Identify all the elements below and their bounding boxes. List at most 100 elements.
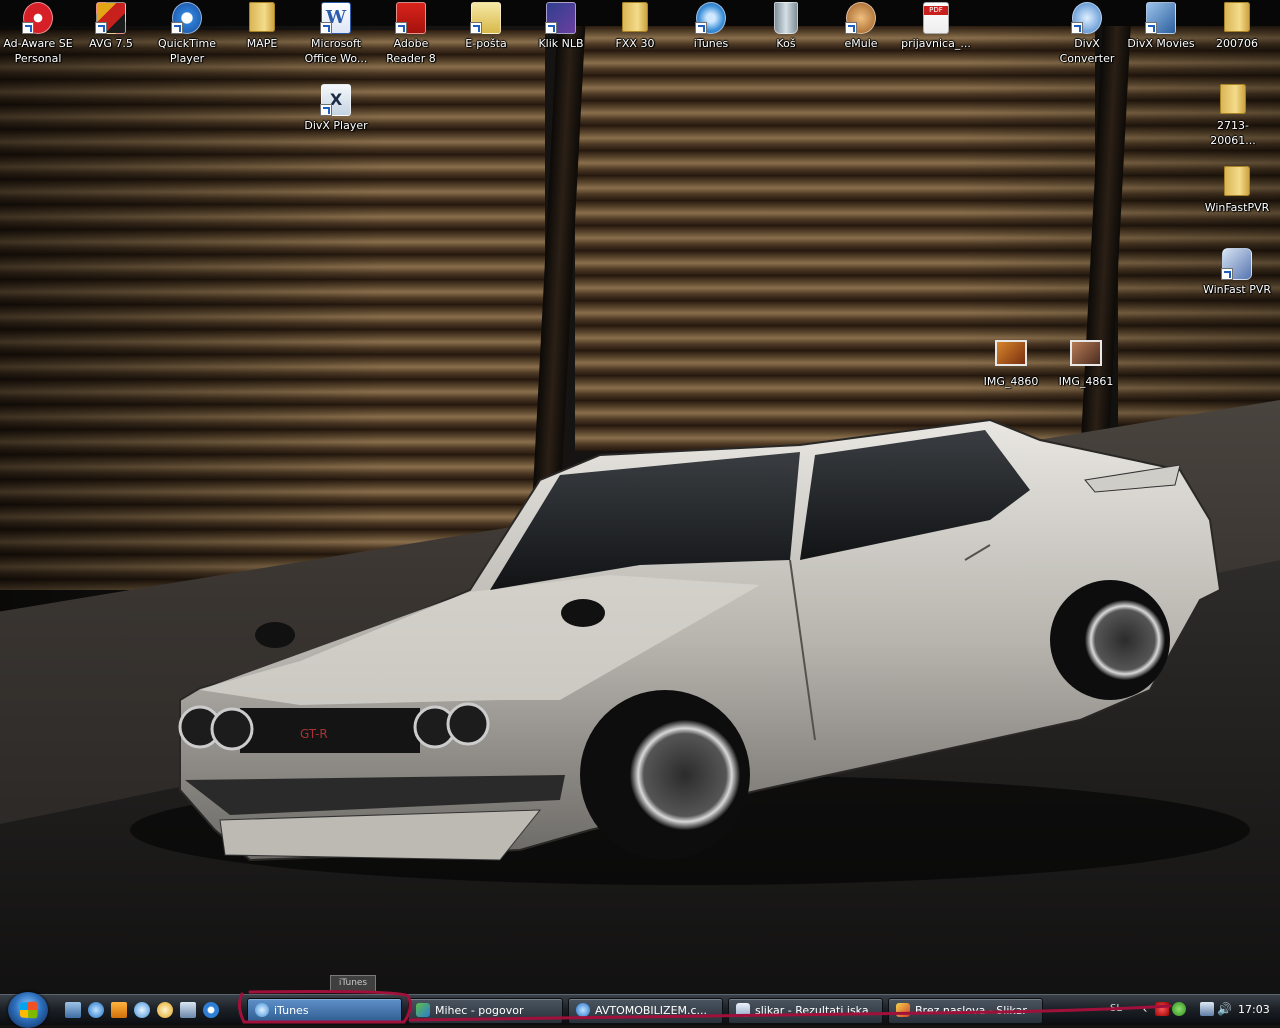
desktop-icon-email[interactable]: E-pošta (448, 2, 524, 51)
taskbar-button-messenger[interactable]: Mihec - pogovor (408, 998, 563, 1024)
icon-label: 200706 (1216, 37, 1258, 50)
divx-movies-icon (1145, 2, 1177, 34)
desktop-icon-itunes[interactable]: iTunes (673, 2, 749, 51)
icon-label: 2713-20061... (1210, 119, 1256, 147)
task-label: Brez naslova - Slikar (915, 1004, 1027, 1017)
taskbar: iTunes Mihec - pogovor AVTOMOBILIZEM.c..… (0, 992, 1280, 1028)
desktop-icon-mape[interactable]: MAPE (224, 2, 300, 51)
show-desktop-icon[interactable] (65, 1002, 81, 1018)
desktop-icon-prijavnica[interactable]: PDF prijavnica_... (898, 2, 974, 51)
desktop-icon-divx-player[interactable]: X DivX Player (298, 84, 374, 133)
folder-icon (246, 2, 278, 34)
desktop-icon-img-4860[interactable]: IMG_4860 (973, 334, 1049, 389)
folder-icon (1217, 84, 1249, 116)
volume-icon[interactable]: 🔊 (1217, 1002, 1232, 1016)
icon-label: iTunes (693, 37, 729, 50)
pdf-file-icon: PDF (920, 2, 952, 34)
desktop-icon-2713[interactable]: 2713-20061... (1195, 84, 1271, 148)
taskbar-button-paint[interactable]: Brez naslova - Slikar (888, 998, 1043, 1024)
messenger-status-icon[interactable] (1172, 1002, 1186, 1016)
language-indicator[interactable]: SL (1110, 1003, 1122, 1014)
emule-icon (845, 2, 877, 34)
itunes-icon[interactable] (134, 1002, 150, 1018)
show-hidden-icon[interactable]: ‹ (1138, 1002, 1152, 1016)
network-icon[interactable] (180, 1002, 196, 1018)
icon-label: DivX Converter (1059, 37, 1115, 65)
divx-player-icon: X (320, 84, 352, 116)
desktop-icon-avg[interactable]: AVG 7.5 (73, 2, 149, 51)
adaware-icon (22, 2, 54, 34)
icon-label: IMG_4860 (983, 375, 1039, 388)
icon-label: Koš (776, 37, 796, 50)
icon-label: eMule (844, 37, 878, 50)
adobe-reader-icon (395, 2, 427, 34)
email-icon (470, 2, 502, 34)
paint-icon (896, 1003, 910, 1017)
icon-label: WinFastPVR (1204, 201, 1270, 214)
taskbar-button-itunes[interactable]: iTunes (247, 998, 402, 1024)
word-icon: W (320, 2, 352, 34)
icon-label: Adobe Reader 8 (386, 37, 436, 65)
quicktime-icon[interactable] (203, 1002, 219, 1018)
icon-label: WinFast PVR (1202, 283, 1272, 296)
desktop-icon-adobe-reader[interactable]: Adobe Reader 8 (373, 2, 449, 66)
taskbar-button-browser[interactable]: AVTOMOBILIZEM.c... (568, 998, 723, 1024)
icon-label: IMG_4861 (1058, 375, 1114, 388)
itunes-icon (695, 2, 727, 34)
klik-nlb-icon (545, 2, 577, 34)
network-tray-icon[interactable] (1200, 1002, 1214, 1016)
security-icon[interactable] (1155, 1002, 1169, 1016)
icon-label: AVG 7.5 (89, 37, 133, 50)
desktop-wallpaper: GT-R (0, 0, 1280, 994)
image-file-icon (995, 340, 1027, 372)
desktop-icon-divx-movies[interactable]: DivX Movies (1123, 2, 1199, 51)
messenger-icon (416, 1003, 430, 1017)
desktop-icon-quicktime[interactable]: QuickTime Player (149, 2, 225, 66)
desktop-icon-img-4861[interactable]: IMG_4861 (1048, 334, 1124, 389)
desktop-icon-winfast-pvr[interactable]: WinFast PVR (1199, 248, 1275, 297)
taskbar-tooltip: iTunes (330, 975, 376, 992)
explorer-icon (736, 1003, 750, 1017)
task-label: slikar - Rezultati iska... (755, 1004, 880, 1017)
winfast-icon (1221, 248, 1253, 280)
icon-label: MAPE (246, 37, 278, 50)
image-file-icon (1070, 340, 1102, 372)
quicktime-icon (171, 2, 203, 34)
icon-label: prijavnica_... (901, 37, 971, 50)
desktop-icon-adaware[interactable]: Ad-Aware SE Personal (0, 2, 76, 66)
clock-app-icon[interactable] (157, 1002, 173, 1018)
icon-label: E-pošta (465, 37, 507, 50)
icon-label: FXX 30 (615, 37, 655, 50)
folder-icon (1221, 166, 1253, 198)
icon-label: Microsoft Office Wo... (304, 37, 368, 65)
avg-icon (95, 2, 127, 34)
desktop-icon-recycle-bin[interactable]: Koš (748, 2, 824, 51)
folder-icon (1221, 2, 1253, 34)
windows-logo-icon (19, 1001, 38, 1019)
icon-label: Klik NLB (538, 37, 584, 50)
divx-converter-icon (1071, 2, 1103, 34)
desktop-icon-klik-nlb[interactable]: Klik NLB (523, 2, 599, 51)
icon-label: DivX Movies (1127, 37, 1195, 50)
svg-text:GT-R: GT-R (300, 727, 328, 741)
car-illustration: GT-R (130, 418, 1250, 885)
taskbar-button-explorer[interactable]: slikar - Rezultati iska... (728, 998, 883, 1024)
desktop-icon-emule[interactable]: eMule (823, 2, 899, 51)
desktop-icon-divx-converter[interactable]: DivX Converter (1049, 2, 1125, 66)
desktop-icon-200706[interactable]: 200706 (1199, 2, 1275, 51)
itunes-icon (255, 1003, 269, 1017)
task-label: AVTOMOBILIZEM.c... (595, 1004, 708, 1017)
icon-label: DivX Player (304, 119, 368, 132)
desktop-icon-word[interactable]: W Microsoft Office Wo... (298, 2, 374, 66)
internet-explorer-icon (576, 1003, 590, 1017)
icon-label: Ad-Aware SE Personal (3, 37, 73, 65)
start-button[interactable] (8, 992, 48, 1028)
internet-explorer-icon[interactable] (88, 1002, 104, 1018)
recycle-bin-icon (770, 2, 802, 34)
media-player-icon[interactable] (111, 1002, 127, 1018)
desktop-icon-fxx30[interactable]: FXX 30 (597, 2, 673, 51)
task-label: Mihec - pogovor (435, 1004, 524, 1017)
desktop-icon-winfastpvr-folder[interactable]: WinFastPVR (1199, 166, 1275, 215)
task-label: iTunes (274, 1004, 309, 1017)
clock[interactable]: 17:03 (1238, 1003, 1270, 1016)
